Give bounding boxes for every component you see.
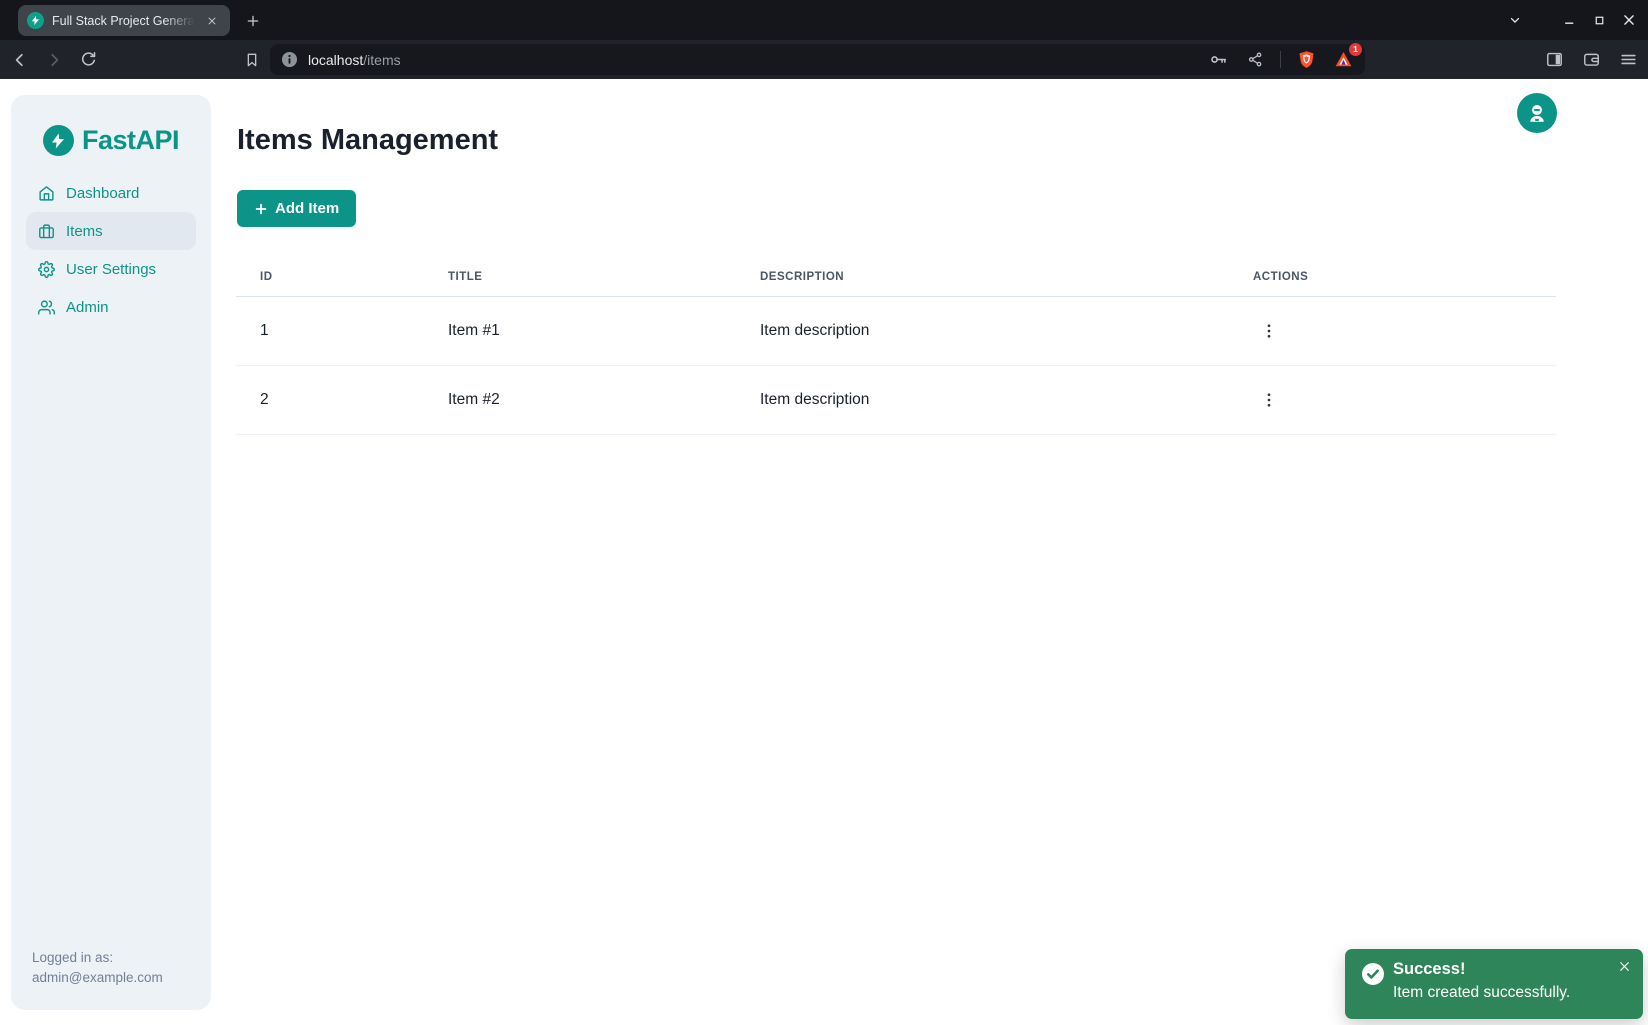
page-title: Items Management [237, 124, 498, 157]
urlbar-actions: 1 [1206, 48, 1355, 72]
fastapi-logo-icon [43, 125, 74, 156]
tab-close-icon[interactable] [203, 12, 221, 30]
fastapi-favicon-icon [27, 12, 44, 29]
add-item-label: Add Item [275, 200, 339, 217]
url-bar[interactable]: localhost/items 1 [270, 44, 1365, 75]
toolbar-right [1542, 40, 1640, 79]
url-path: /items [363, 52, 400, 68]
user-astronaut-icon [1526, 102, 1548, 124]
sidebar-item-dashboard[interactable]: Dashboard [26, 174, 196, 212]
column-header-id: ID [236, 258, 424, 296]
column-header-title: TITLE [424, 258, 736, 296]
brave-rewards-icon[interactable]: 1 [1331, 48, 1355, 72]
sidebar-item-label: Dashboard [66, 185, 139, 202]
key-icon[interactable] [1206, 48, 1230, 72]
plus-icon [254, 202, 268, 216]
users-icon [38, 299, 55, 316]
site-info-icon[interactable] [280, 50, 299, 69]
toast-message: Item created successfully. [1393, 984, 1570, 1002]
sidebar-item-label: Admin [66, 299, 109, 316]
cell-actions [1229, 365, 1556, 434]
window-controls [1500, 0, 1644, 40]
check-circle-icon [1360, 961, 1386, 992]
toolbar-divider [1280, 51, 1281, 68]
table-header-row: ID TITLE DESCRIPTION ACTIONS [236, 258, 1556, 296]
toast-close-icon[interactable] [1614, 956, 1634, 976]
minimize-button[interactable] [1554, 5, 1584, 35]
sidebar-panel-icon[interactable] [1542, 48, 1566, 72]
bookmark-icon[interactable] [240, 48, 264, 72]
close-window-button[interactable] [1614, 5, 1644, 35]
table-row: 1 Item #1 Item description [236, 296, 1556, 365]
user-menu-button[interactable] [1517, 93, 1557, 133]
sidebar-item-admin[interactable]: Admin [26, 288, 196, 326]
back-button[interactable] [8, 48, 32, 72]
browser-titlebar: Full Stack Project Genera [0, 0, 1648, 40]
menu-icon[interactable] [1616, 48, 1640, 72]
forward-button[interactable] [42, 48, 66, 72]
wallet-icon[interactable] [1579, 48, 1603, 72]
toast-title: Success! [1393, 960, 1465, 979]
app-logo: FastAPI [11, 125, 211, 156]
logged-in-info: Logged in as: admin@example.com [32, 948, 163, 988]
sidebar-item-label: User Settings [66, 261, 156, 278]
sidebar: FastAPI Dashboard Items User Settings Ad… [11, 95, 211, 1010]
home-icon [38, 185, 55, 202]
nav-buttons [8, 40, 100, 79]
table-row: 2 Item #2 Item description [236, 365, 1556, 434]
column-header-description: DESCRIPTION [736, 258, 1229, 296]
logged-in-email: admin@example.com [32, 968, 163, 988]
new-tab-button[interactable] [240, 8, 266, 34]
browser-tab[interactable]: Full Stack Project Genera [18, 5, 230, 36]
url-text: localhost/items [308, 52, 401, 68]
success-toast: Success! Item created successfully. [1345, 949, 1643, 1019]
gear-icon [38, 261, 55, 278]
row-actions-menu-button[interactable] [1255, 317, 1283, 345]
briefcase-icon [38, 223, 55, 240]
cell-description: Item description [736, 365, 1229, 434]
kebab-menu-icon [1260, 391, 1278, 409]
sidebar-nav: Dashboard Items User Settings Admin [26, 174, 196, 326]
maximize-button[interactable] [1584, 5, 1614, 35]
cell-title: Item #2 [424, 365, 736, 434]
kebab-menu-icon [1260, 322, 1278, 340]
browser-toolbar: localhost/items 1 [0, 40, 1648, 79]
page-content: FastAPI Dashboard Items User Settings Ad… [0, 79, 1648, 1025]
share-icon[interactable] [1243, 48, 1267, 72]
column-header-actions: ACTIONS [1229, 258, 1556, 296]
rewards-badge: 1 [1349, 43, 1362, 56]
sidebar-item-label: Items [66, 223, 103, 240]
cell-title: Item #1 [424, 296, 736, 365]
add-item-button[interactable]: Add Item [237, 190, 356, 227]
reload-button[interactable] [76, 48, 100, 72]
chevron-down-icon[interactable] [1500, 5, 1530, 35]
items-table: ID TITLE DESCRIPTION ACTIONS 1 Item #1 I… [236, 258, 1556, 435]
sidebar-item-items[interactable]: Items [26, 212, 196, 250]
logged-in-label: Logged in as: [32, 948, 163, 968]
brave-shield-icon[interactable] [1294, 48, 1318, 72]
sidebar-item-user-settings[interactable]: User Settings [26, 250, 196, 288]
cell-id: 1 [236, 296, 424, 365]
url-host: localhost [308, 52, 363, 68]
cell-description: Item description [736, 296, 1229, 365]
row-actions-menu-button[interactable] [1255, 386, 1283, 414]
cell-id: 2 [236, 365, 424, 434]
app-logo-text: FastAPI [82, 125, 179, 156]
tab-title: Full Stack Project Genera [52, 14, 195, 28]
cell-actions [1229, 296, 1556, 365]
